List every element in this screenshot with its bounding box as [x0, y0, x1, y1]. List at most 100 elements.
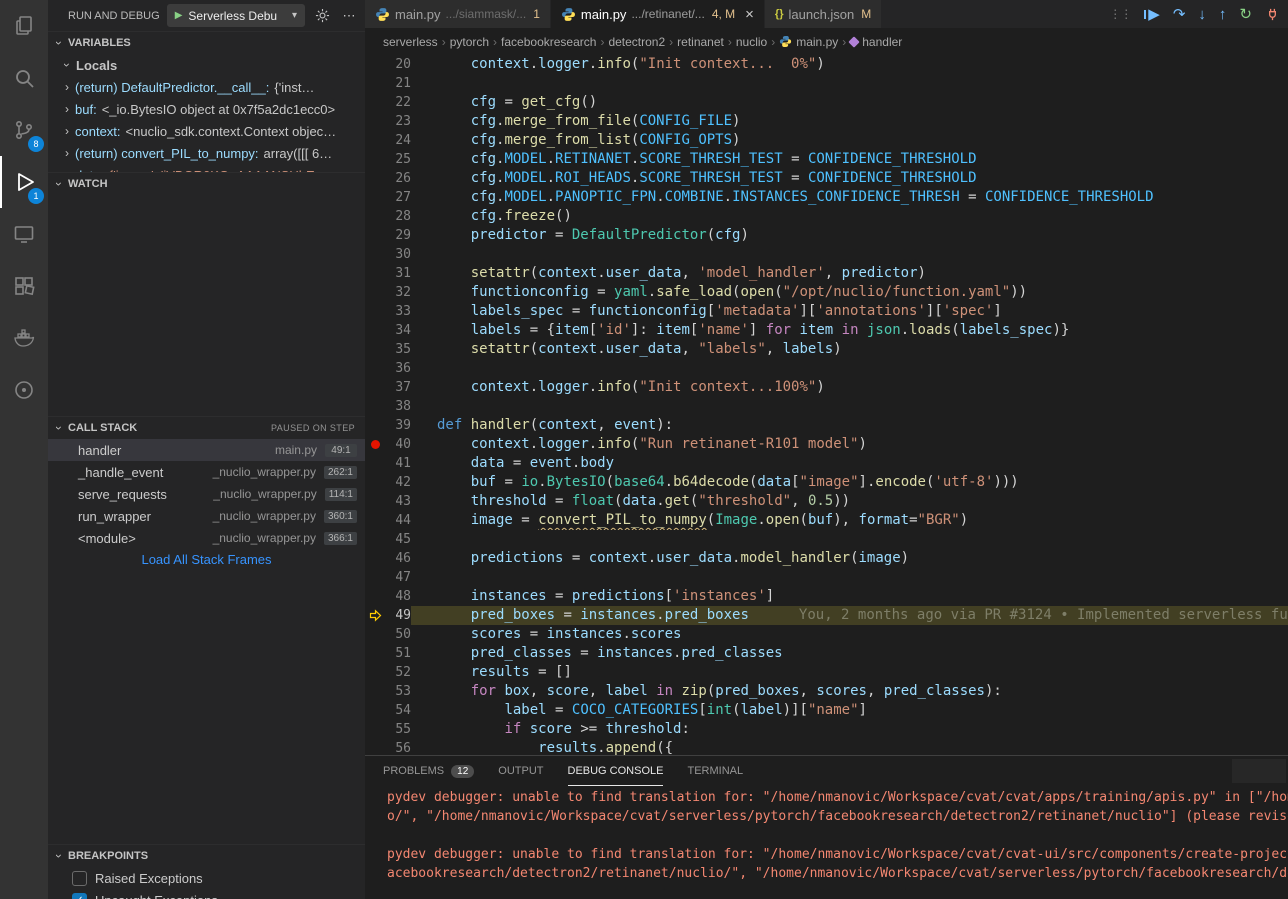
panel-tab-problems[interactable]: PROBLEMS12 — [383, 756, 474, 786]
breadcrumb-item[interactable]: main.py — [779, 35, 838, 49]
close-icon[interactable]: × — [745, 7, 754, 22]
code-line[interactable]: 47 — [365, 568, 1288, 587]
continue-icon[interactable]: ▶ — [1144, 7, 1160, 22]
code-line[interactable]: 28 cfg.freeze() — [365, 207, 1288, 226]
panel-tab-output[interactable]: OUTPUT — [498, 756, 543, 786]
panel-tab-terminal[interactable]: TERMINAL — [687, 756, 743, 786]
code-line[interactable]: 26 cfg.MODEL.ROI_HEADS.SCORE_THRESH_TEST… — [365, 169, 1288, 188]
code-line[interactable]: 42 buf = io.BytesIO(base64.b64decode(dat… — [365, 473, 1288, 492]
code-line[interactable]: 24 cfg.merge_from_list(CONFIG_OPTS) — [365, 131, 1288, 150]
more-actions-icon[interactable]: ⋯ — [339, 8, 359, 24]
code-text: threshold = float(data.get("threshold", … — [411, 492, 1288, 511]
code-line[interactable]: 27 cfg.MODEL.PANOPTIC_FPN.COMBINE.INSTAN… — [365, 188, 1288, 207]
code-line[interactable]: 41 data = event.body — [365, 454, 1288, 473]
breakpoint-icon[interactable] — [365, 435, 385, 454]
breadcrumb-item[interactable]: facebookresearch — [501, 35, 596, 49]
stack-frame-row[interactable]: run_wrapper_nuclio_wrapper.py360:1 — [48, 505, 365, 527]
panel-toolbar[interactable] — [1232, 759, 1286, 783]
stack-frame-row[interactable]: serve_requests_nuclio_wrapper.py114:1 — [48, 483, 365, 505]
variable-row[interactable]: ›(return) DefaultPredictor.__call__:{'in… — [48, 76, 365, 98]
code-line[interactable]: 23 cfg.merge_from_file(CONFIG_FILE) — [365, 112, 1288, 131]
code-line[interactable]: 40 context.logger.info("Run retinanet-R1… — [365, 435, 1288, 454]
start-debugging-icon[interactable]: ▶ — [175, 10, 183, 21]
scope-locals[interactable]: › Locals — [48, 54, 365, 76]
code-line[interactable]: 38 — [365, 397, 1288, 416]
variable-row[interactable]: ›(return) convert_PIL_to_numpy:array([[[… — [48, 142, 365, 164]
code-line[interactable]: 51 pred_classes = instances.pred_classes — [365, 644, 1288, 663]
code-line[interactable]: 36 — [365, 359, 1288, 378]
breakpoint-checkbox[interactable]: ✓ — [72, 893, 87, 899]
code-line[interactable]: 43 threshold = float(data.get("threshold… — [365, 492, 1288, 511]
code-line[interactable]: 52 results = [] — [365, 663, 1288, 682]
code-line[interactable]: 29 predictor = DefaultPredictor(cfg) — [365, 226, 1288, 245]
code-line[interactable]: 49 pred_boxes = instances.pred_boxesYou,… — [365, 606, 1288, 625]
breakpoint-row[interactable]: Raised Exceptions — [48, 867, 365, 889]
breadcrumb-item[interactable]: nuclio — [736, 35, 767, 49]
editor-tab[interactable]: main.py.../siammask/...1 — [365, 0, 551, 28]
variable-row[interactable]: ›context:<nuclio_sdk.context.Context obj… — [48, 120, 365, 142]
variables-section-header[interactable]: › VARIABLES — [48, 32, 365, 54]
breadcrumb-item[interactable]: handler — [850, 35, 902, 49]
code-line[interactable]: 22 cfg = get_cfg() — [365, 93, 1288, 112]
code-line[interactable]: 55 if score >= threshold: — [365, 720, 1288, 739]
gutter-glyph — [365, 454, 385, 473]
debug-console-output[interactable]: pydev debugger: unable to find translati… — [365, 786, 1288, 899]
editor-tab[interactable]: main.py.../retinanet/...4, M× — [551, 0, 765, 28]
code-line[interactable]: 37 context.logger.info("Init context...1… — [365, 378, 1288, 397]
gear-icon[interactable] — [312, 8, 332, 23]
code-line[interactable]: 56 results.append({ — [365, 739, 1288, 755]
code-line[interactable]: 21 — [365, 74, 1288, 93]
load-all-stack-frames-link[interactable]: Load All Stack Frames — [48, 552, 365, 567]
run-and-debug-icon[interactable]: 1 — [0, 156, 48, 208]
code-line[interactable]: 34 labels = {item['id']: item['name'] fo… — [365, 321, 1288, 340]
breadcrumb-item[interactable]: pytorch — [450, 35, 489, 49]
gutter-glyph — [365, 739, 385, 755]
restart-icon[interactable]: ↻ — [1239, 7, 1252, 22]
step-over-icon[interactable]: ↷ — [1173, 7, 1186, 22]
code-line[interactable]: 48 instances = predictions['instances'] — [365, 587, 1288, 606]
code-line[interactable]: 54 label = COCO_CATEGORIES[int(label)]["… — [365, 701, 1288, 720]
code-line[interactable]: 45 — [365, 530, 1288, 549]
docker-icon[interactable] — [0, 312, 48, 364]
code-line[interactable]: 25 cfg.MODEL.RETINANET.SCORE_THRESH_TEST… — [365, 150, 1288, 169]
step-into-icon[interactable]: ↓ — [1198, 7, 1206, 22]
breadcrumb-item[interactable]: retinanet — [677, 35, 724, 49]
breadcrumb-item[interactable]: serverless — [383, 35, 438, 49]
code-text — [411, 359, 1288, 378]
breakpoint-row[interactable]: ✓Uncaught Exceptions — [48, 889, 365, 899]
debug-config-dropdown[interactable]: ▶ Serverless Debu ▾ — [167, 4, 305, 27]
disconnect-icon[interactable] — [1265, 7, 1280, 22]
code-line[interactable]: 31 setattr(context.user_data, 'model_han… — [365, 264, 1288, 283]
stack-frame-row[interactable]: <module>_nuclio_wrapper.py366:1 — [48, 527, 365, 549]
remote-explorer-icon[interactable] — [0, 208, 48, 260]
breadcrumb-item[interactable]: detectron2 — [608, 35, 665, 49]
code-editor[interactable]: 20 context.logger.info("Init context... … — [365, 55, 1288, 755]
current-line-arrow-icon[interactable] — [365, 606, 385, 625]
variable-row[interactable]: ›data:{'image': 'iVBOR0KG=AAAANSUhE… — [48, 164, 365, 172]
stack-frame-row[interactable]: _handle_event_nuclio_wrapper.py262:1 — [48, 461, 365, 483]
code-line[interactable]: 33 labels_spec = functionconfig['metadat… — [365, 302, 1288, 321]
source-control-icon[interactable]: 8 — [0, 104, 48, 156]
stack-frame-row[interactable]: handlermain.py49:1 — [48, 439, 365, 461]
step-out-icon[interactable]: ↑ — [1219, 7, 1227, 22]
explorer-icon[interactable] — [0, 0, 48, 52]
watch-section-header[interactable]: › WATCH — [48, 173, 365, 195]
variable-row[interactable]: ›buf:<_io.BytesIO object at 0x7f5a2dc1ec… — [48, 98, 365, 120]
code-line[interactable]: 20 context.logger.info("Init context... … — [365, 55, 1288, 74]
panel-tab-debug-console[interactable]: DEBUG CONSOLE — [568, 756, 664, 786]
editor-tab[interactable]: {}launch.jsonM — [765, 0, 882, 28]
code-line[interactable]: 39def handler(context, event): — [365, 416, 1288, 435]
breakpoints-section-header[interactable]: › BREAKPOINTS — [48, 845, 365, 867]
status-circle-icon[interactable] — [0, 364, 48, 416]
search-icon[interactable] — [0, 52, 48, 104]
extensions-icon[interactable] — [0, 260, 48, 312]
call-stack-section-header[interactable]: › CALL STACK PAUSED ON STEP — [48, 417, 365, 439]
code-line[interactable]: 50 scores = instances.scores — [365, 625, 1288, 644]
code-line[interactable]: 35 setattr(context.user_data, "labels", … — [365, 340, 1288, 359]
code-line[interactable]: 44 image = convert_PIL_to_numpy(Image.op… — [365, 511, 1288, 530]
code-line[interactable]: 46 predictions = context.user_data.model… — [365, 549, 1288, 568]
breakpoint-checkbox[interactable] — [72, 871, 87, 886]
code-line[interactable]: 32 functionconfig = yaml.safe_load(open(… — [365, 283, 1288, 302]
code-line[interactable]: 53 for box, score, label in zip(pred_box… — [365, 682, 1288, 701]
code-line[interactable]: 30 — [365, 245, 1288, 264]
